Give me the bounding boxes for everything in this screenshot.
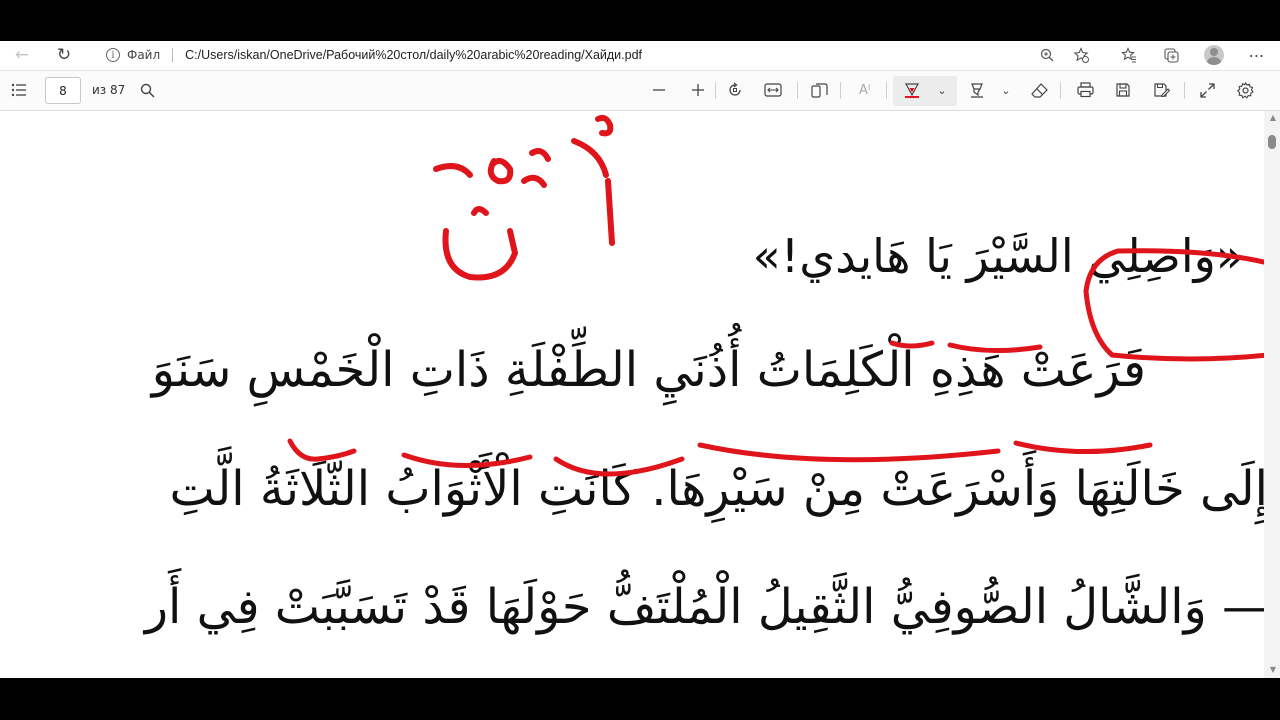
- page-number-input[interactable]: 8: [45, 77, 81, 104]
- divider: [172, 48, 174, 62]
- star-add-icon: [1073, 47, 1089, 63]
- scrollbar-thumb[interactable]: [1268, 135, 1276, 149]
- url-field[interactable]: i Файл C:/Users/iskan/OneDrive/Рабочий%2…: [94, 42, 1104, 68]
- divider: [1184, 82, 1185, 99]
- minus-icon: [653, 89, 665, 91]
- list-icon: [11, 83, 26, 97]
- scrollbar[interactable]: [1264, 111, 1280, 678]
- plus-icon: [692, 84, 704, 96]
- address-bar: ← ↻ i Файл C:/Users/iskan/OneDrive/Рабоч…: [0, 41, 1280, 71]
- pdf-toolbar: 8 из 87 A⁽ ⌄ ⌄: [0, 71, 1280, 111]
- fit-width-button[interactable]: [761, 79, 785, 101]
- chevron-down-icon: ⌄: [937, 83, 947, 97]
- divider: [797, 82, 798, 99]
- eraser-icon: [1030, 82, 1048, 98]
- browser-window: ← ↻ i Файл C:/Users/iskan/OneDrive/Рабоч…: [0, 41, 1280, 678]
- more-options-button[interactable]: ⋯: [1244, 44, 1270, 66]
- chevron-down-icon: ⌄: [1001, 83, 1011, 97]
- zoom-in-icon: [1040, 48, 1054, 62]
- add-favorite-button[interactable]: [1068, 44, 1094, 66]
- url-text[interactable]: C:/Users/iskan/OneDrive/Рабочий%20стол/d…: [185, 48, 642, 62]
- print-button[interactable]: [1074, 79, 1096, 101]
- pen-icon: [904, 83, 920, 98]
- refresh-button[interactable]: ↻: [50, 44, 78, 66]
- save-icon: [1116, 83, 1130, 97]
- highlighter-icon: [971, 83, 983, 98]
- underline-mark: [1013, 440, 1153, 454]
- contents-button[interactable]: [8, 79, 30, 101]
- search-icon: [140, 83, 155, 98]
- site-label: Файл: [127, 48, 161, 62]
- divider: [715, 82, 716, 99]
- highlight-options-dropdown[interactable]: ⌄: [998, 79, 1014, 101]
- expand-icon: [1199, 82, 1215, 98]
- ellipsis-icon: ⋯: [1248, 45, 1266, 65]
- fit-width-icon: [764, 83, 782, 97]
- page-view-button[interactable]: [808, 79, 830, 101]
- handwritten-note: [433, 114, 615, 281]
- erase-button[interactable]: [1028, 79, 1050, 101]
- text-line: «وَاصِلِي السَّيْرَ يَا هَايدي!»: [752, 229, 1244, 283]
- zoom-button[interactable]: [1034, 44, 1060, 66]
- favorites-icon: [1121, 47, 1136, 63]
- refresh-icon: ↻: [56, 45, 72, 65]
- save-as-button[interactable]: [1150, 79, 1172, 101]
- underline-mark: [287, 438, 357, 462]
- collections-button[interactable]: [1158, 44, 1184, 66]
- text-line: إِلَى خَالَتِهَا وَأَسْرَعَتْ مِنْ سَيْر…: [169, 461, 1264, 517]
- save-as-icon: [1153, 83, 1170, 98]
- settings-button[interactable]: [1234, 79, 1256, 101]
- info-icon[interactable]: i: [106, 48, 120, 62]
- favorites-button[interactable]: [1116, 44, 1142, 66]
- fullscreen-button[interactable]: [1196, 79, 1218, 101]
- zoom-out-button[interactable]: [648, 79, 670, 101]
- text-line: — وَالشَّالُ الصُّوفِيُّ الثَّقِيلُ الْم…: [144, 579, 1264, 635]
- text-line: قَرَعَتْ هَذِهِ الْكَلِمَاتُ أُذُنَيِ ال…: [151, 342, 1146, 398]
- divider: [1060, 82, 1061, 99]
- underline-mark: [697, 442, 1001, 463]
- divider: [886, 82, 887, 99]
- page-total: из 87: [92, 83, 126, 97]
- draw-button[interactable]: [901, 79, 923, 101]
- page-view-icon: [810, 82, 828, 98]
- rotate-button[interactable]: [724, 79, 746, 101]
- arrow-left-icon: ←: [14, 45, 30, 65]
- pdf-page[interactable]: «وَاصِلِي السَّيْرَ يَا هَايدي!» قَرَعَت…: [0, 111, 1264, 678]
- back-button[interactable]: ←: [8, 44, 36, 66]
- printer-icon: [1076, 82, 1094, 98]
- gear-icon: [1236, 81, 1254, 99]
- highlight-button[interactable]: [966, 79, 988, 101]
- avatar: [1204, 45, 1224, 65]
- profile-button[interactable]: [1201, 44, 1227, 66]
- zoom-in-button[interactable]: [687, 79, 709, 101]
- scroll-up-icon[interactable]: ▲: [1270, 113, 1276, 122]
- divider: [840, 82, 841, 99]
- rotate-icon: [729, 82, 741, 96]
- read-aloud-icon: A⁽: [858, 82, 872, 98]
- find-button[interactable]: [137, 79, 157, 101]
- scroll-down-icon[interactable]: ▼: [1270, 665, 1276, 674]
- read-aloud-button[interactable]: A⁽: [854, 79, 876, 101]
- draw-options-dropdown[interactable]: ⌄: [934, 79, 950, 101]
- collections-icon: [1164, 48, 1179, 63]
- save-button[interactable]: [1112, 79, 1134, 101]
